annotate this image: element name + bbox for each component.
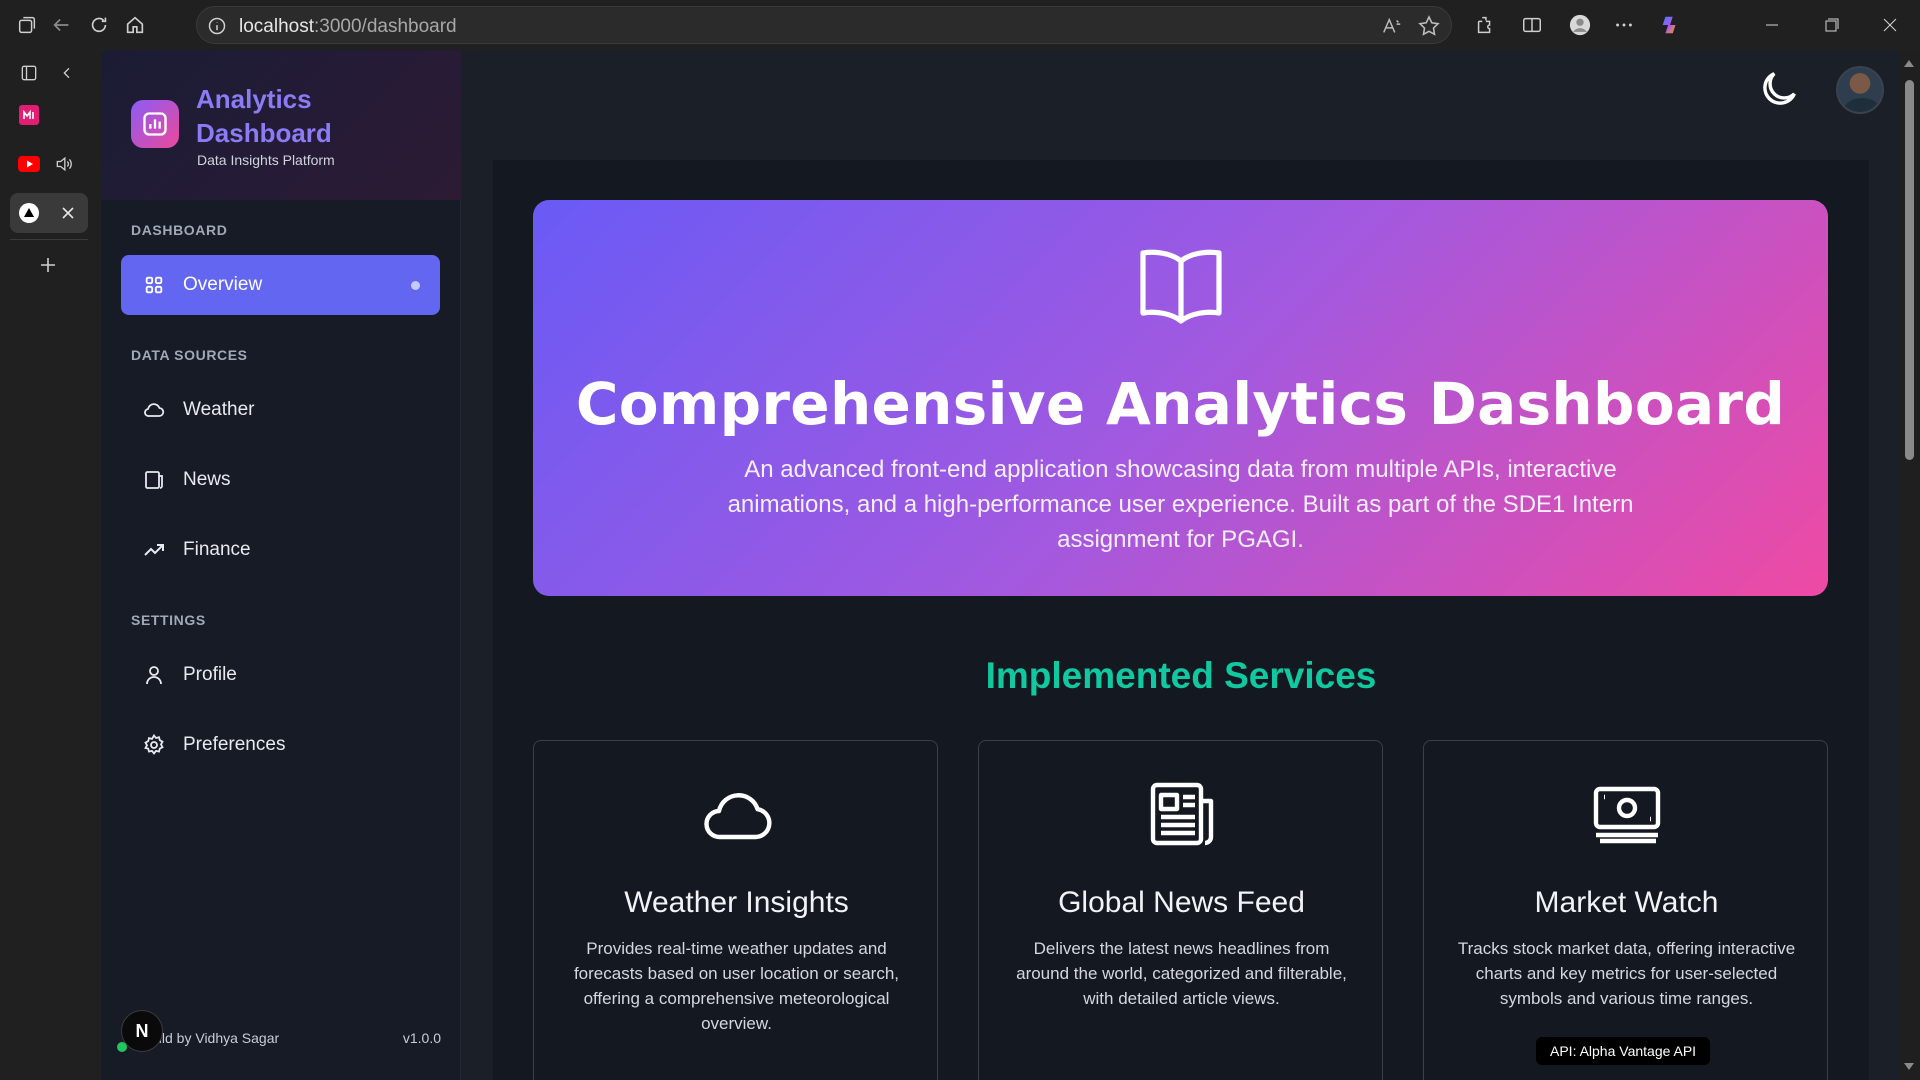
card-title: Global News Feed	[1058, 886, 1305, 919]
user-avatar[interactable]	[1836, 66, 1884, 114]
site-info-icon[interactable]	[207, 16, 227, 36]
restore-icon[interactable]	[1812, 10, 1852, 40]
sidebar-item-label: Finance	[183, 539, 251, 560]
cash-icon	[1590, 781, 1664, 847]
card-description: Provides real-time weather updates and f…	[573, 939, 900, 1033]
brand-title: Analytics Dashboard	[196, 84, 332, 148]
sidebar-item-weather[interactable]: Weather	[121, 380, 440, 440]
address-bar[interactable]: localhost:3000/dashboard	[196, 6, 1452, 44]
sidebar-item-preferences[interactable]: Preferences	[121, 715, 440, 775]
scroll-up-arrow-icon[interactable]	[1904, 60, 1914, 67]
services-title: Implemented Services	[985, 655, 1377, 696]
active-indicator-dot	[411, 281, 420, 290]
section-label-settings: SETTINGS	[131, 612, 206, 628]
card-title: Market Watch	[1534, 886, 1719, 919]
minimize-icon[interactable]	[1752, 10, 1792, 40]
extensions-icon[interactable]	[1470, 10, 1500, 40]
main-content: Comprehensive Analytics Dashboard An adv…	[493, 160, 1869, 1080]
new-tab-plus-icon[interactable]	[34, 251, 62, 279]
close-window-icon[interactable]	[1870, 10, 1910, 40]
back-icon[interactable]	[46, 10, 76, 40]
version-label: v1.0.0	[402, 1030, 441, 1046]
scroll-down-arrow-icon[interactable]	[1904, 1063, 1914, 1070]
app-sidebar: Analytics Dashboard Data Insights Platfo…	[101, 50, 461, 1080]
page-scrollbar[interactable]	[1899, 50, 1920, 1080]
copilot-icon[interactable]	[1655, 10, 1685, 40]
nextjs-dev-badge[interactable]: N	[121, 1010, 163, 1052]
tab-favicon-triangle-icon[interactable]	[15, 199, 43, 227]
build-credit: uild by Vidhya Sagar	[151, 1030, 280, 1046]
workspaces-icon[interactable]	[12, 10, 42, 40]
browser-tab-strip	[0, 49, 100, 1080]
profile-icon[interactable]	[1565, 10, 1595, 40]
service-card-market[interactable]: Market Watch Tracks stock market data, o…	[1423, 740, 1828, 1080]
moon-theme-toggle-icon[interactable]	[1756, 66, 1802, 112]
open-book-icon	[1137, 245, 1225, 325]
sidebar-footer: uild by Vidhya Sagar v1.0.0 N	[117, 1010, 441, 1052]
sidebar-item-label: Overview	[183, 274, 263, 295]
sidebar-item-label: Profile	[183, 664, 237, 685]
status-online-dot	[117, 1042, 127, 1052]
url-text[interactable]: localhost:3000/dashboard	[239, 16, 457, 38]
bar-chart-logo-icon	[131, 100, 179, 148]
cloud-icon	[141, 397, 167, 423]
card-description: Tracks stock market data, offering inter…	[1457, 939, 1796, 1008]
user-icon	[141, 662, 167, 688]
more-options-icon[interactable]	[1609, 10, 1639, 40]
card-description: Delivers the latest news headlines from …	[1016, 939, 1347, 1008]
refresh-icon[interactable]	[84, 10, 114, 40]
tab-divider	[10, 239, 88, 240]
card-title: Weather Insights	[624, 886, 849, 919]
split-screen-icon[interactable]	[1517, 10, 1547, 40]
gear-icon	[141, 732, 167, 758]
newspaper-icon	[141, 467, 167, 493]
section-label-dashboard: DASHBOARD	[131, 222, 228, 238]
hero-title: Comprehensive Analytics Dashboard	[575, 370, 1786, 438]
api-badge: API: Alpha Vantage API	[1536, 1037, 1711, 1065]
service-card-weather[interactable]: Weather Insights Provides real-time weat…	[533, 740, 938, 1080]
web-page: Analytics Dashboard Data Insights Platfo…	[101, 50, 1899, 1080]
browser-toolbar: localhost:3000/dashboard	[0, 0, 1920, 49]
sidebar-item-finance[interactable]: Finance	[121, 520, 440, 580]
close-tab-icon[interactable]	[54, 199, 82, 227]
tab-favicon-m-icon[interactable]	[15, 101, 43, 129]
favorite-star-icon[interactable]	[1417, 14, 1441, 38]
youtube-icon[interactable]	[15, 150, 43, 178]
speaker-icon[interactable]	[50, 150, 78, 178]
sidebar-item-news[interactable]: News	[121, 450, 440, 510]
scrollbar-thumb[interactable]	[1905, 80, 1914, 460]
grid-icon	[141, 272, 167, 298]
service-card-news[interactable]: Global News Feed Delivers the latest new…	[978, 740, 1383, 1080]
section-label-data-sources: DATA SOURCES	[131, 347, 248, 363]
sidebar-item-label: Preferences	[183, 734, 286, 755]
collapse-chevron-icon[interactable]	[53, 59, 81, 87]
brand-subtitle: Data Insights Platform	[197, 152, 335, 168]
cloud-icon	[700, 781, 774, 847]
sidebar-item-profile[interactable]: Profile	[121, 645, 440, 705]
hero-banner: Comprehensive Analytics Dashboard An adv…	[533, 200, 1828, 596]
sidebar-item-overview[interactable]: Overview	[121, 255, 440, 315]
read-aloud-icon[interactable]	[1381, 15, 1403, 37]
home-icon[interactable]	[120, 10, 150, 40]
trending-up-icon	[141, 537, 167, 563]
sidebar-item-label: Weather	[183, 399, 255, 420]
newspaper-icon	[1145, 781, 1219, 847]
sidebar-toggle-icon[interactable]	[15, 59, 43, 87]
hero-description: An advanced front-end application showca…	[727, 456, 1634, 553]
sidebar-item-label: News	[183, 469, 231, 490]
brand-header: Analytics Dashboard Data Insights Platfo…	[101, 50, 461, 200]
